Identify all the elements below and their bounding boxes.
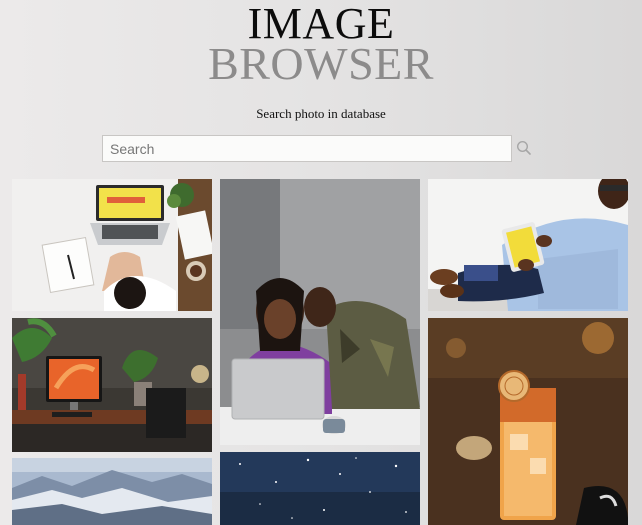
photo-iced-cocktail-drink[interactable] — [428, 318, 628, 525]
search-caption: Search photo in database — [256, 106, 386, 121]
photo-couple-with-laptop[interactable] — [220, 179, 420, 445]
photo-starry-night-sky[interactable] — [220, 452, 420, 525]
photo-laptop-desk-flatlay[interactable] — [12, 179, 212, 311]
photo-man-with-tablet[interactable] — [428, 179, 628, 311]
photo-orange-desktop-workspace[interactable] — [12, 318, 212, 452]
search-input[interactable] — [102, 135, 512, 162]
search-icon[interactable] — [516, 140, 532, 156]
page-title-line2: BROWSER — [208, 38, 434, 89]
photo-snowy-mountains[interactable] — [12, 458, 212, 525]
